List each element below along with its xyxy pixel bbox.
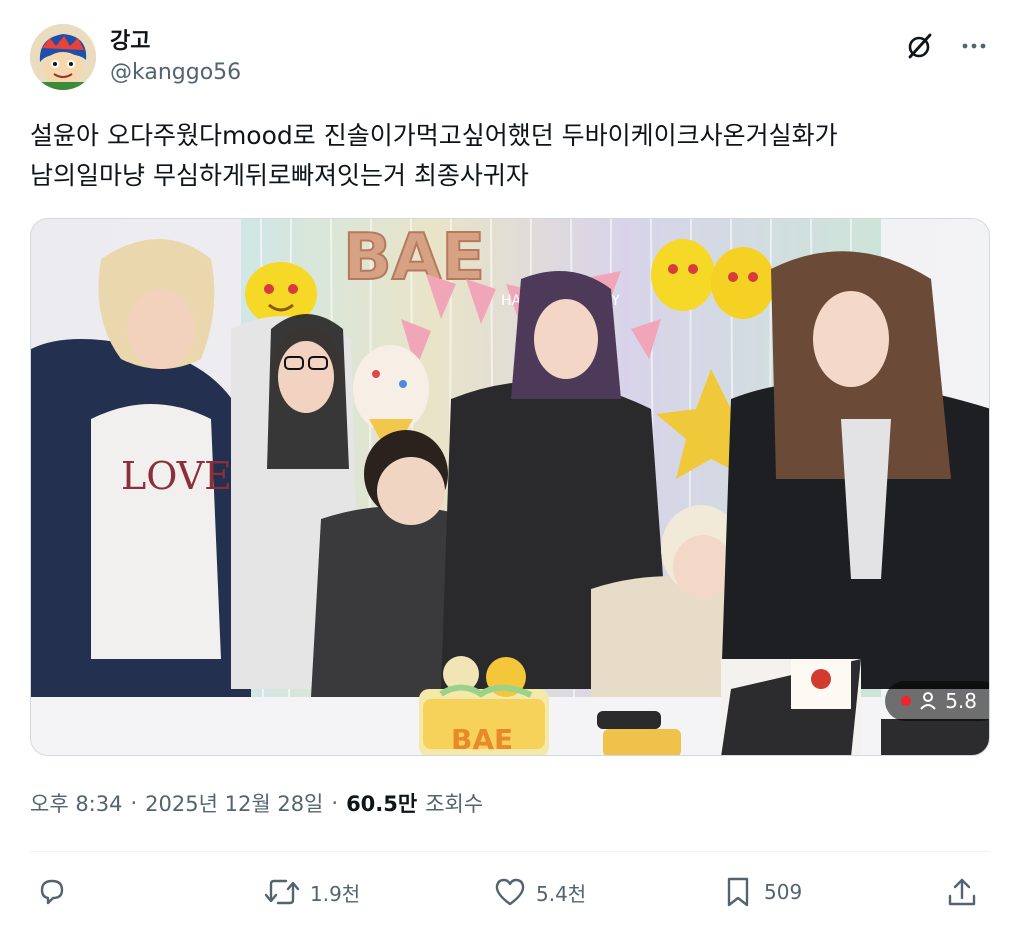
like-button[interactable]: 5.4천: [492, 866, 586, 918]
person-icon: [920, 692, 936, 710]
separator: ·: [130, 791, 138, 815]
tweet-text: 설윤아 오다주웠다mood로 진솔이가먹고싶어했던 두바이케이크사온거실화가 남…: [30, 121, 838, 190]
action-bar: 1.9천 5.4천 509: [30, 866, 990, 918]
tweet-header: 강고 @kanggo56: [30, 24, 990, 94]
party-scene-image: BAE HAPPY BIRTHDAY LOVE: [31, 219, 989, 756]
cartoon-character-avatar-icon: [30, 24, 96, 90]
retweet-icon: [264, 879, 300, 905]
viewer-count-badge: 5.8: [885, 681, 989, 721]
divider: [30, 851, 990, 852]
tweet-time[interactable]: 오후 8:34: [30, 788, 122, 818]
share-icon: [948, 878, 976, 906]
live-indicator-icon: [901, 696, 912, 706]
reply-icon: [40, 879, 64, 905]
view-label: 조회수: [425, 792, 484, 816]
share-button[interactable]: [944, 866, 988, 918]
viewer-count: 5.8: [945, 689, 977, 713]
svg-text:LOVE: LOVE: [121, 454, 232, 498]
like-count: 5.4천: [536, 881, 587, 906]
separator: ·: [331, 791, 339, 815]
tweet-date[interactable]: 2025년 12월 28일: [145, 788, 323, 818]
heart-icon: [495, 878, 525, 906]
tweet-media-video[interactable]: BAE HAPPY BIRTHDAY LOVE: [30, 218, 990, 756]
grok-icon[interactable]: [904, 30, 936, 62]
bae-balloon-text: BAE: [343, 221, 485, 295]
more-options-icon[interactable]: [958, 30, 990, 62]
view-count[interactable]: 60.5만: [346, 788, 417, 818]
retweet-button[interactable]: 1.9천: [262, 866, 360, 918]
tweet-meta: 오후 8:34 · 2025년 12월 28일 · 60.5만 조회수: [30, 788, 483, 818]
bookmark-button[interactable]: 509: [720, 866, 802, 918]
display-name[interactable]: 강고: [110, 28, 241, 56]
retweet-count: 1.9천: [310, 881, 361, 906]
bookmark-count: 509: [764, 880, 803, 904]
avatar[interactable]: [30, 24, 96, 90]
reply-button[interactable]: [34, 866, 78, 918]
user-handle[interactable]: @kanggo56: [110, 56, 241, 90]
cake-text: BAE: [451, 723, 513, 756]
bookmark-icon: [727, 877, 749, 907]
